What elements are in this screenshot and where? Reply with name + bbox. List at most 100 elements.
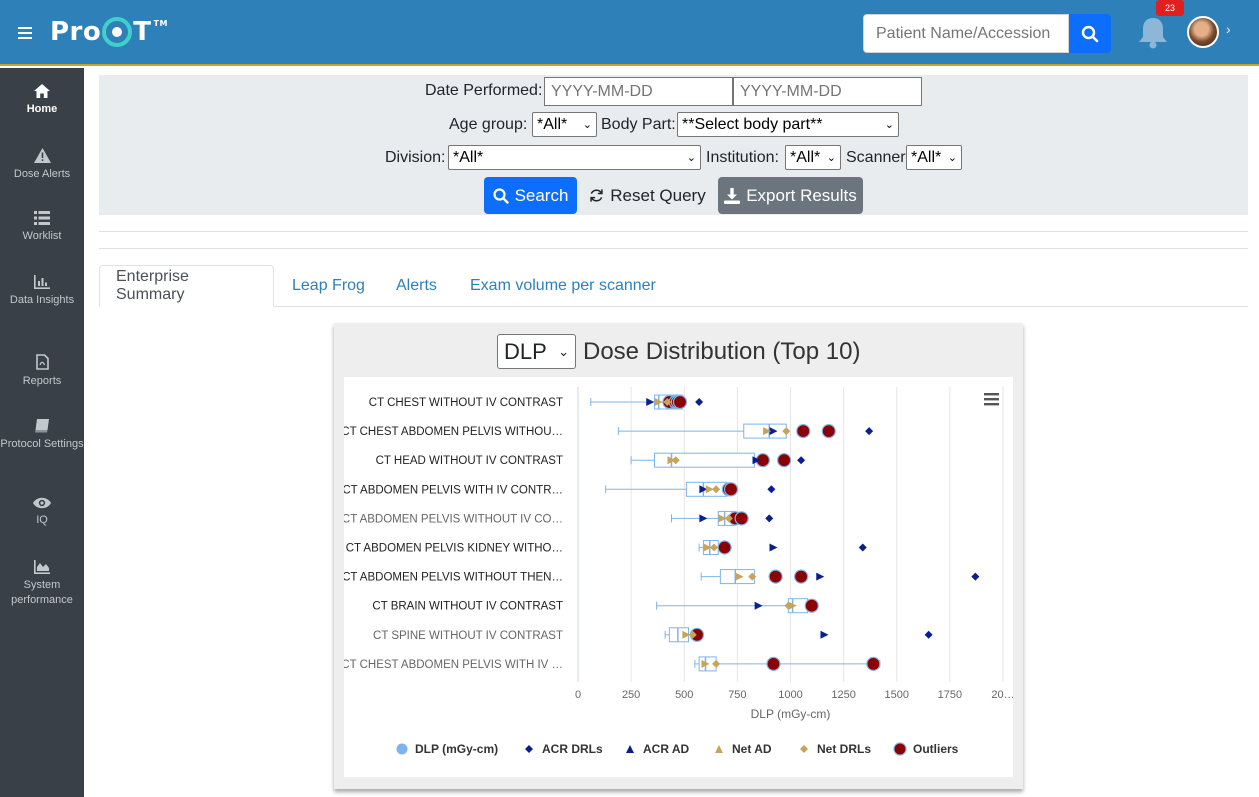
outlier-point <box>766 656 781 671</box>
x-tick-label: 1750 <box>938 689 962 701</box>
institution-select[interactable]: *All* ⌄ <box>785 145 841 170</box>
proact-logo[interactable]: Pro T TM <box>50 14 168 50</box>
legend-acr-ad-symbol <box>626 745 634 753</box>
chart-menu-icon <box>984 398 999 401</box>
avatar[interactable] <box>1187 16 1219 48</box>
category-label: CT HEAD WITHOUT IV CONTRAST <box>376 455 563 467</box>
institution-label: Institution: <box>706 149 779 166</box>
outlier-point <box>796 423 811 439</box>
category-label: CT CHEST ABDOMEN PELVIS WITH IV … <box>344 659 563 671</box>
legend-label: Net AD <box>732 742 772 756</box>
acr-drl-marker <box>858 543 867 552</box>
acr-drl-marker <box>865 427 874 436</box>
acr-ad-marker <box>646 398 655 406</box>
outlier-point <box>794 569 809 584</box>
legend-outlier-symbol <box>893 742 907 756</box>
search-button[interactable]: Search <box>484 177 577 214</box>
patient-search-button[interactable] <box>1069 14 1111 53</box>
list-icon <box>34 211 50 225</box>
boxplot-chart: 0 250 500 750 1000 1250 1500 1750 20… DLP (mGy-cm… <box>341 387 1015 756</box>
warning-icon <box>33 148 51 163</box>
menu-icon[interactable] <box>18 27 32 39</box>
sidebar: Home Dose Alerts Worklist Data Insights … <box>0 68 84 797</box>
top-navbar: ProTTM 23 › <box>0 0 1259 66</box>
body-part-select[interactable]: **Select body part** ⌄ <box>677 112 899 137</box>
reset-query-button[interactable]: Reset Query <box>587 177 708 214</box>
tab-enterprise-summary[interactable]: Enterprise Summary <box>99 265 274 307</box>
tab-exam-volume-per-scanner[interactable]: Exam volume per scanner <box>454 265 672 307</box>
search-icon <box>492 187 509 204</box>
x-axis-title: DLP (mGy-cm) <box>751 707 831 721</box>
sidebar-item-protocol-settings[interactable]: Protocol Settings <box>0 418 84 452</box>
sidebar-item-reports[interactable]: Reports <box>0 354 84 389</box>
acr-drl-marker <box>924 630 933 639</box>
legend-net-drl-symbol <box>800 745 808 753</box>
eye-icon <box>33 497 51 509</box>
acr-ad-marker <box>769 543 778 552</box>
legend-net-ad-symbol <box>715 745 723 753</box>
category-label: CT CHEST WITHOUT IV CONTRAST <box>369 397 563 409</box>
division-label: Division: <box>385 149 446 166</box>
bell-icon[interactable] <box>1137 15 1169 49</box>
chevron-down-icon: ⌄ <box>884 119 894 131</box>
acr-drl-marker <box>695 398 704 406</box>
sidebar-item-system-performance[interactable]: System performance <box>0 560 84 608</box>
pdf-file-icon <box>35 354 49 370</box>
division-select[interactable]: *All* ⌄ <box>448 145 701 170</box>
notification-badge: 23 <box>1156 0 1184 16</box>
category-label: CT ABDOMEN PELVIS WITHOUT THEN… <box>344 572 563 584</box>
category-label: CT ABDOMEN PELVIS KIDNEY WITHO… <box>346 543 563 555</box>
metric-select[interactable]: DLP ⌄ <box>497 334 576 369</box>
chart-title: Dose Distribution (Top 10) <box>583 338 861 365</box>
chart-menu-icon <box>984 403 999 406</box>
category-label: CT CHEST ABDOMEN PELVIS WITHOU… <box>344 426 563 438</box>
sidebar-item-worklist[interactable]: Worklist <box>0 211 84 244</box>
area-chart-icon <box>34 560 50 574</box>
age-group-label: Age group: <box>449 116 528 133</box>
sidebar-item-home[interactable]: Home <box>0 84 84 117</box>
legend-dlp-symbol <box>396 743 408 755</box>
legend-acr-drl-symbol <box>525 745 533 753</box>
x-tick-label: 750 <box>728 689 746 701</box>
x-tick-label: 1500 <box>885 689 909 701</box>
chart-menu-icon <box>984 393 999 396</box>
refresh-icon <box>590 189 603 202</box>
sidebar-item-data-insights[interactable]: Data Insights <box>0 275 84 308</box>
x-tick-label: 0 <box>575 689 581 701</box>
chevron-down-icon: ⌄ <box>582 119 592 131</box>
logo-swirl-icon <box>102 17 133 47</box>
outlier-point <box>723 482 739 497</box>
tab-alerts[interactable]: Alerts <box>380 265 453 307</box>
divider <box>99 231 1248 232</box>
outlier-point <box>734 511 749 526</box>
age-group-select[interactable]: *All* ⌄ <box>532 112 597 137</box>
patient-search-input[interactable] <box>863 14 1069 53</box>
bar-chart-icon <box>34 275 50 289</box>
legend-label: Net DRLs <box>817 742 871 756</box>
date-to-input[interactable] <box>733 77 922 106</box>
outlier-point <box>821 423 836 439</box>
category-label: CT SPINE WITHOUT IV CONTRAST <box>373 630 563 642</box>
outlier-point <box>672 394 688 410</box>
acr-ad-marker <box>820 630 829 639</box>
export-results-button[interactable]: Export Results <box>718 177 863 214</box>
chevron-down-icon: ⌄ <box>947 152 957 164</box>
date-from-input[interactable] <box>544 77 733 106</box>
outlier-point <box>866 656 881 671</box>
chevron-right-icon[interactable]: › <box>1226 21 1231 37</box>
outlier-point <box>717 540 732 555</box>
chart-plot-area: 0 250 500 750 1000 1250 1500 1750 20… DLP (mGy-cm… <box>341 377 1015 777</box>
scanner-select[interactable]: *All* ⌄ <box>906 145 962 170</box>
sidebar-item-dose-alerts[interactable]: Dose Alerts <box>0 148 84 182</box>
acr-drl-marker <box>971 572 980 581</box>
acr-drl-marker <box>767 485 776 494</box>
tab-leap-frog[interactable]: Leap Frog <box>276 265 381 307</box>
sidebar-item-iq[interactable]: IQ <box>0 497 84 528</box>
download-icon <box>724 187 741 204</box>
divider <box>99 248 1248 249</box>
book-icon <box>34 419 49 433</box>
x-tick-label: 1250 <box>831 689 855 701</box>
category-label: CT ABDOMEN PELVIS WITH IV CONTR… <box>344 484 563 496</box>
acr-ad-marker <box>699 514 708 523</box>
acr-ad-marker <box>754 601 763 610</box>
